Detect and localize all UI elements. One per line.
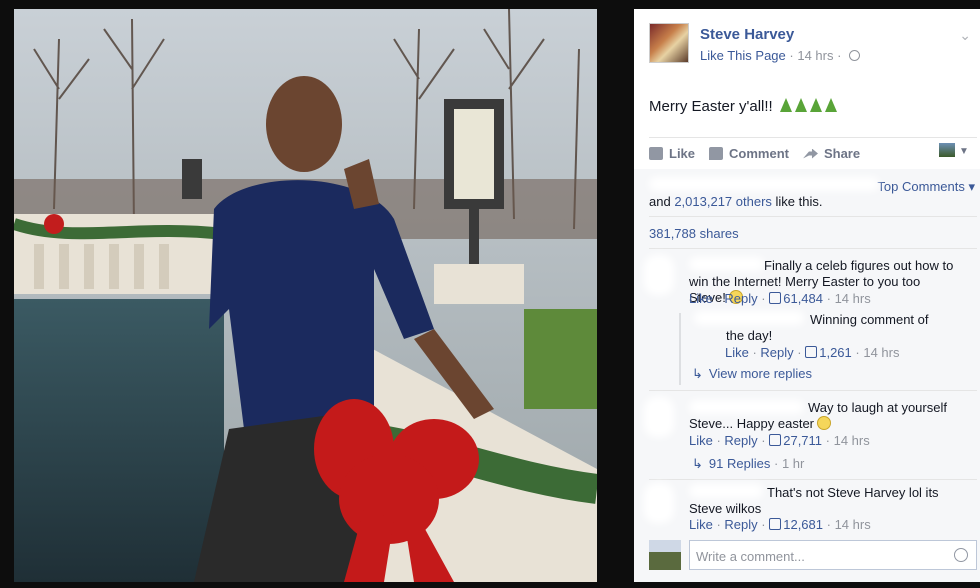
view-more-label: View more replies [708,366,812,381]
replies-separator: · [773,456,779,471]
caret-down-icon[interactable]: ▼ [959,146,969,157]
comment-label: Comment [729,146,789,161]
comment-reply-link[interactable]: Reply [724,433,757,448]
reply-text: Winning comment of the day! [726,312,946,344]
comment-like-link[interactable]: Like [689,517,713,532]
caret-down-icon: ▾ [968,179,975,194]
actor-selector-avatar[interactable] [939,143,955,157]
reply-meta: Like · Reply · 1,261 · 14 hrs [725,345,900,360]
comment-time[interactable]: 14 hrs [834,433,870,448]
reply-arrow-icon: ↳ [692,366,703,381]
commenter-avatar [644,255,674,295]
comment-icon [709,147,724,160]
christmas-tree-icon [809,98,822,112]
thumbs-up-icon [769,518,782,530]
christmas-tree-icon [779,98,792,112]
share-icon [802,148,818,159]
reply-arrow-icon: ↳ [692,456,703,471]
like-label: Like [669,146,696,161]
likes-summary: and 2,013,217 others like this. [649,194,823,209]
likes-value: 1,261 [819,345,852,360]
top-comments-label: Top Comments [877,179,965,194]
likes-suffix: like this. [775,194,823,209]
comment-button[interactable]: Comment [709,146,789,161]
post-actions: Like Comment Share [649,146,860,161]
comment-reply-link[interactable]: Reply [724,291,757,306]
meta-separator: · [789,48,794,63]
likes-value: 12,681 [783,517,823,532]
meta-separator-2: · [837,48,842,63]
thumbs-up-icon [769,292,782,304]
commenter-avatar [644,483,674,523]
comment-meta: Like · Reply · 61,484 · 14 hrs [689,291,871,306]
share-button[interactable]: Share [802,146,861,161]
comment-text: That's not Steve Harvey lol its Steve wi… [689,485,959,517]
christmas-tree-icon [824,98,837,112]
thumbs-up-icon [805,346,818,358]
globe-icon [849,50,861,61]
comment-meta: Like · Reply · 27,711 · 14 hrs [689,433,870,448]
likes-value: 27,711 [783,433,823,448]
chevron-down-icon[interactable]: ⌄ [959,27,971,44]
reply-time[interactable]: 14 hrs [863,345,899,360]
comment-time[interactable]: 14 hrs [835,291,871,306]
emoji-picker-icon[interactable] [954,548,968,562]
comment-likes-count[interactable]: 12,681 [769,517,823,532]
commenter-avatar [644,397,674,437]
comment-text: Way to laugh at yourself Steve... Happy … [689,400,959,432]
post-meta: Like This Page · 14 hrs · [700,48,861,63]
comment-likes-count[interactable]: 27,711 [769,433,822,448]
post-text: Merry Easter y'all!! [649,98,837,115]
like-button[interactable]: Like [649,146,695,161]
divider [649,390,977,391]
likes-count-link[interactable]: 2,013,217 others [674,194,772,209]
share-label: Share [823,146,861,161]
viewer-avatar [649,540,681,570]
comment-like-link[interactable]: Like [689,433,713,448]
likes-prefix: and [649,194,671,209]
comment-time[interactable]: 14 hrs [835,517,871,532]
reply-reply-link[interactable]: Reply [760,345,793,360]
replies-time: 1 hr [781,456,805,471]
replies-count-label: 91 Replies [708,456,771,471]
redacted-names [649,177,879,191]
shares-link[interactable]: 381,788 shares [649,226,739,241]
top-comments-dropdown[interactable]: Top Comments ▾ [877,179,975,195]
divider [649,248,977,249]
photo-illustration [14,9,597,582]
divider [649,479,977,480]
comment-like-link[interactable]: Like [689,291,713,306]
likes-value: 61,484 [783,291,823,306]
comment-input[interactable]: Write a comment... [689,540,977,570]
like-page-link[interactable]: Like This Page [700,48,786,63]
reply-likes-count[interactable]: 1,261 [805,345,852,360]
reply-body: Winning comment of the day! [726,312,929,343]
divider [649,137,977,138]
comment-body: That's not Steve Harvey lol its Steve wi… [689,485,939,516]
thumbs-up-icon [769,434,782,446]
post-caption: Merry Easter y'all!! [649,98,773,115]
comment-reply-link[interactable]: Reply [724,517,757,532]
comment-input-placeholder: Write a comment... [696,549,805,564]
reply-like-link[interactable]: Like [725,345,749,360]
page-name-link[interactable]: Steve Harvey [700,26,794,43]
comment-meta: Like · Reply · 12,681 · 14 hrs [689,517,871,532]
comment-likes-count[interactable]: 61,484 [769,291,823,306]
post-photo[interactable] [14,9,597,582]
post-time[interactable]: 14 hrs [797,48,833,63]
post-side-panel: Steve Harvey Like This Page · 14 hrs · ⌄… [634,9,980,582]
thumbs-up-icon [649,147,663,160]
replies-count-link[interactable]: ↳ 91 Replies · 1 hr [692,456,804,472]
laughing-emoji-icon [817,416,832,430]
view-more-replies-link[interactable]: ↳ View more replies [692,366,812,382]
divider [649,216,977,217]
page-avatar[interactable] [649,23,689,63]
reply-thread-line [679,313,681,385]
christmas-tree-icon [794,98,807,112]
